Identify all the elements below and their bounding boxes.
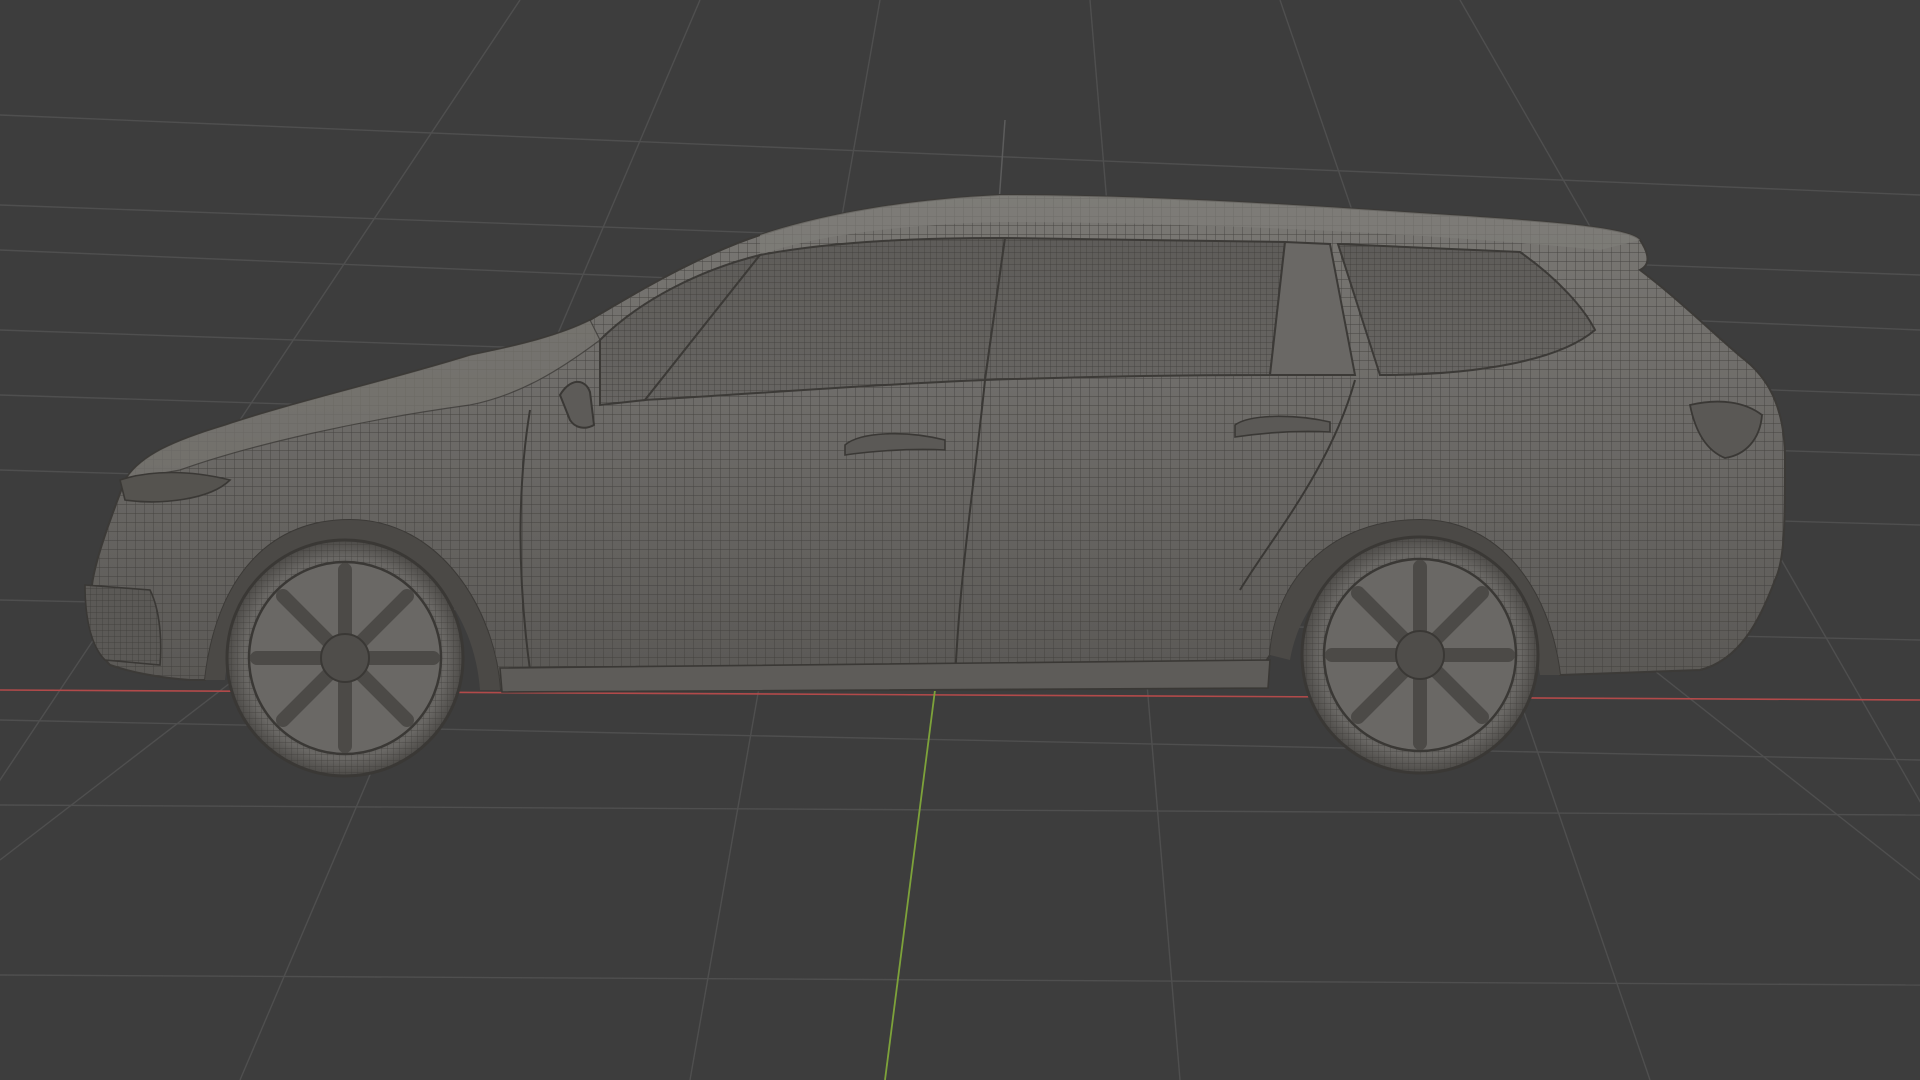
3d-viewport[interactable] [0, 0, 1920, 1080]
rear-wheel-hub [1395, 630, 1445, 680]
front-wheel-hub [320, 633, 370, 683]
rear-wheel[interactable] [1300, 535, 1540, 775]
front-wheel[interactable] [225, 538, 465, 778]
y-axis-line [884, 689, 936, 1080]
viewport-canvas[interactable] [0, 0, 1920, 1080]
car-mesh[interactable] [84, 193, 1787, 778]
